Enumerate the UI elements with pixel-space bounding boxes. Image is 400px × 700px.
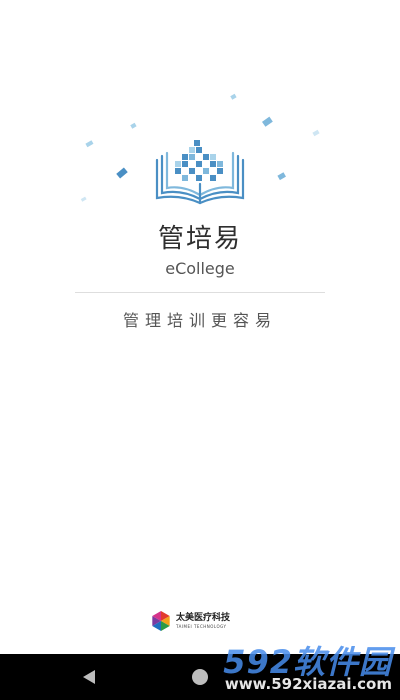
company-brand: 太美医疗科技 TAIMEI TECHNOLOGY	[150, 608, 230, 634]
divider	[75, 292, 325, 293]
company-name: 太美医疗科技	[176, 612, 231, 623]
app-slogan: 管理培训更容易	[122, 311, 277, 330]
app-name: 管培易	[157, 224, 242, 254]
back-triangle-icon[interactable]	[80, 668, 98, 686]
watermark: 592软件园 www.592xiazai.com	[188, 635, 398, 697]
pixel-blocks	[175, 140, 223, 181]
watermark-url: www.592xiazai.com	[224, 675, 392, 693]
app-logo	[0, 90, 400, 210]
company-name-en: TAIMEI TECHNOLOGY	[176, 623, 227, 629]
app-subtitle: eCollege	[165, 259, 235, 278]
company-logo-icon	[152, 611, 170, 631]
splash-screen: 管培易 eCollege 管理培训更容易 太美医疗科技 TAIMEI TECHN…	[0, 0, 400, 700]
